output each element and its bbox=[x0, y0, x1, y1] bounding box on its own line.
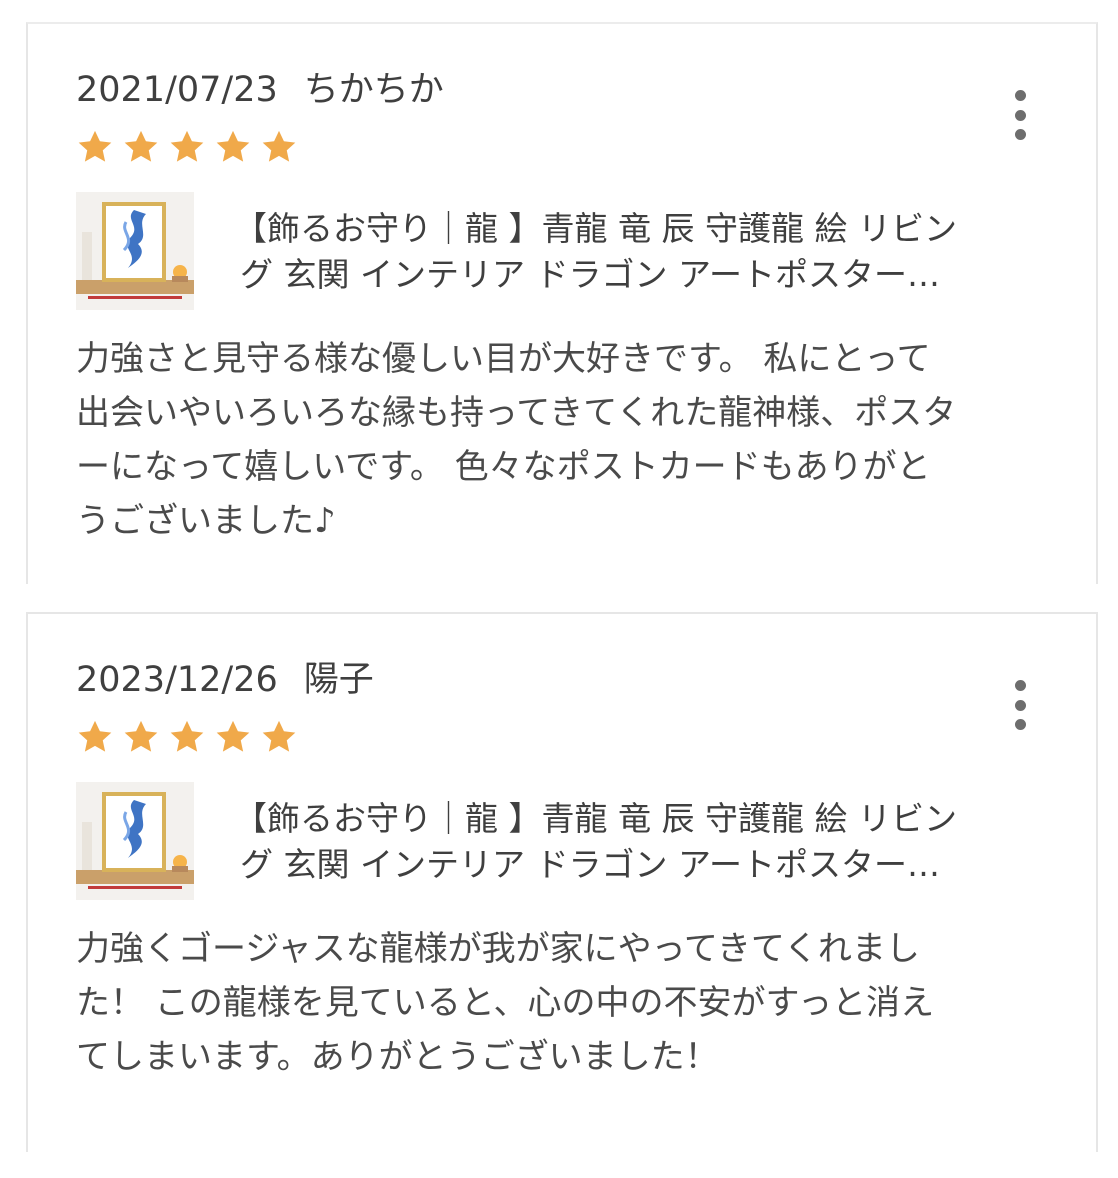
review-date: 2023/12/26 bbox=[76, 660, 278, 700]
more-vertical-icon-dot bbox=[1014, 719, 1026, 730]
review-card: 2023/12/26 陽子 【飾るお守り｜龍 】青龍 竜 辰 守護龍 絵 リビン … bbox=[26, 612, 1098, 1152]
review-text-line: てしまいます。ありがとうございました！ bbox=[76, 1037, 719, 1077]
star-icon bbox=[168, 718, 206, 756]
review-text-line: た！ この龍様を見ていると、心の中の不安がすっと消え bbox=[76, 983, 935, 1023]
more-vertical-icon-dot bbox=[1014, 699, 1026, 711]
more-vertical-icon-dot bbox=[1014, 109, 1026, 121]
review-text-line: 力強くゴージャスな龍様が我が家にやってきてくれまし bbox=[76, 929, 920, 969]
star-icon bbox=[122, 128, 160, 166]
review-text-line: 出会いやいろいろな縁も持ってきてくれた龍神様、ポスタ bbox=[76, 393, 957, 433]
star-icon bbox=[76, 718, 114, 756]
review-text-line: 力強さと見守る様な優しい目が大好きです。 私にとって bbox=[76, 339, 931, 379]
review-text-line: ーになって嬉しいです。 色々なポストカードもありがと bbox=[76, 447, 931, 487]
product-title-line: グ 玄関 インテリア ドラゴン アートポスター… bbox=[240, 845, 940, 884]
more-options-button[interactable] bbox=[1010, 90, 1030, 140]
star-icon bbox=[168, 128, 206, 166]
star-icon bbox=[122, 718, 160, 756]
product-title-line: グ 玄関 インテリア ドラゴン アートポスター… bbox=[240, 255, 940, 294]
review-author: ちかちか bbox=[303, 70, 444, 110]
review-author: 陽子 bbox=[303, 660, 374, 700]
more-vertical-icon bbox=[1014, 90, 1026, 101]
product-thumbnail[interactable] bbox=[76, 782, 194, 900]
review-text: 力強くゴージャスな龍様が我が家にやってきてくれまし た！ この龍様を見ていると、… bbox=[76, 922, 1056, 1084]
more-vertical-icon-dot bbox=[1014, 129, 1026, 140]
review-text-line: うございました♪ bbox=[76, 501, 336, 541]
star-rating bbox=[76, 128, 298, 172]
review-card: 2021/07/23 ちかちか 【飾るお守り｜龍 】青龍 竜 辰 守護龍 絵 リビ… bbox=[26, 22, 1098, 584]
product-title-line: 【飾るお守り｜龍 】青龍 竜 辰 守護龍 絵 リビン bbox=[234, 209, 957, 248]
product-thumbnail[interactable] bbox=[76, 192, 194, 310]
product-title-line: 【飾るお守り｜龍 】青龍 竜 辰 守護龍 絵 リビン bbox=[234, 799, 957, 838]
star-icon bbox=[214, 718, 252, 756]
star-icon bbox=[76, 128, 114, 166]
star-icon bbox=[260, 128, 298, 166]
more-vertical-icon bbox=[1014, 680, 1026, 691]
review-date: 2021/07/23 bbox=[76, 70, 278, 110]
more-options-button[interactable] bbox=[1010, 680, 1030, 730]
review-header: 2021/07/23 ちかちか bbox=[76, 68, 444, 112]
review-header: 2023/12/26 陽子 bbox=[76, 658, 374, 702]
review-text: 力強さと見守る様な優しい目が大好きです。 私にとって 出会いやいろいろな縁も持っ… bbox=[76, 332, 1056, 548]
product-title-link[interactable]: 【飾るお守り｜龍 】青龍 竜 辰 守護龍 絵 リビン グ 玄関 インテリア ドラ… bbox=[234, 796, 1034, 888]
star-icon bbox=[260, 718, 298, 756]
product-title-link[interactable]: 【飾るお守り｜龍 】青龍 竜 辰 守護龍 絵 リビン グ 玄関 インテリア ドラ… bbox=[234, 206, 1034, 298]
star-icon bbox=[214, 128, 252, 166]
star-rating bbox=[76, 718, 298, 762]
